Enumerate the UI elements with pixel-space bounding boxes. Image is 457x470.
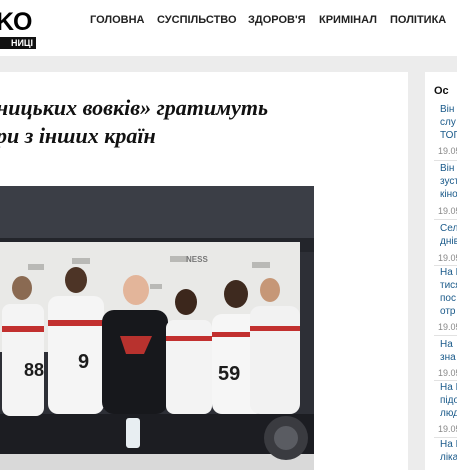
news-item-title[interactable]: зна xyxy=(440,352,456,364)
site-header: KO НИЦІ ГОЛОВНА СУСПІЛЬСТВО ЗДОРОВ'Я КРИ… xyxy=(0,0,457,56)
news-item-title[interactable]: пос xyxy=(440,293,456,305)
site-logo[interactable]: KO НИЦІ xyxy=(0,8,40,49)
divider xyxy=(434,160,457,161)
article-title-line-2: ри з інших країн xyxy=(0,123,156,148)
news-item-title[interactable]: отр xyxy=(440,306,455,318)
sidebar-news: Ос Він слу ТОГ 19.05 Він зуст кіно 19.05… xyxy=(425,72,457,470)
news-item-title[interactable]: На xyxy=(440,339,453,351)
nav-item-home[interactable]: ГОЛОВНА xyxy=(90,14,144,26)
divider xyxy=(434,219,457,220)
news-item-title[interactable]: слу xyxy=(440,117,456,129)
article-panel: ницьких вовків» гратимуть ри з інших кра… xyxy=(0,72,408,470)
divider xyxy=(434,335,457,336)
jersey-number-1: 88 xyxy=(24,360,44,380)
news-item-title[interactable]: На І xyxy=(440,267,457,279)
news-item-title[interactable]: підо xyxy=(440,395,457,407)
article-title: ницьких вовків» гратимуть ри з інших кра… xyxy=(0,94,396,150)
news-item-title[interactable]: кіно xyxy=(440,189,457,201)
news-item-title[interactable]: ТОГ xyxy=(440,130,457,142)
divider xyxy=(434,380,457,381)
news-item-title[interactable]: Сел xyxy=(440,223,457,235)
nav-item-health[interactable]: ЗДОРОВ'Я xyxy=(248,14,306,26)
divider xyxy=(434,265,457,266)
article-title-line-1: ницьких вовків» гратимуть xyxy=(0,95,269,120)
sidebar-heading: Ос xyxy=(434,85,449,97)
jersey-number-2: 9 xyxy=(78,351,89,373)
nav-item-society[interactable]: СУСПІЛЬСТВО xyxy=(157,14,237,26)
news-item-date: 19.05 xyxy=(438,368,457,378)
nav-item-politics[interactable]: ПОЛІТИКА xyxy=(390,14,446,26)
divider xyxy=(434,437,457,438)
news-item-date: 19.05 xyxy=(438,424,457,434)
news-item-title[interactable]: зуст xyxy=(440,176,457,188)
news-item-date: 19.05 xyxy=(438,206,457,216)
news-item-title[interactable]: Він xyxy=(440,163,454,175)
banner-word: NESS xyxy=(186,255,208,264)
news-item-date: 19.05 xyxy=(438,146,457,156)
jersey-number-3: 59 xyxy=(218,363,240,385)
logo-subtitle: НИЦІ xyxy=(0,37,36,49)
logo-word: KO xyxy=(0,8,32,36)
news-item-title[interactable]: ліка xyxy=(440,452,457,464)
nav-item-crime[interactable]: КРИМІНАЛ xyxy=(319,14,377,26)
news-item-title[interactable]: люд xyxy=(440,408,457,420)
news-item-title[interactable]: Він xyxy=(440,104,454,116)
article-photo[interactable]: NESS 88 9 59 xyxy=(0,186,314,470)
news-item-date: 19.05 xyxy=(438,322,457,332)
news-item-date: 19.05 xyxy=(438,253,457,263)
news-item-title[interactable]: тися xyxy=(440,280,457,292)
news-item-title[interactable]: На І xyxy=(440,382,457,394)
news-item-title[interactable]: На І xyxy=(440,439,457,451)
team-photo-image: NESS 88 9 59 xyxy=(0,186,314,470)
news-item-title[interactable]: днів xyxy=(440,236,457,248)
